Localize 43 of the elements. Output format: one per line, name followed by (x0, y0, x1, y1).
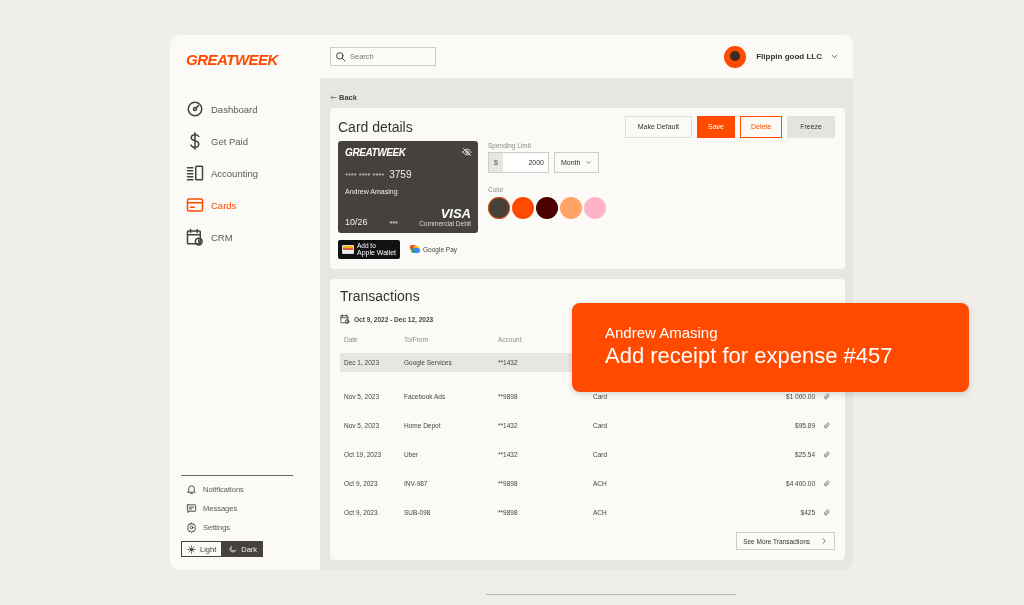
card-network-logo: VISA (440, 206, 471, 220)
gauge-icon (186, 100, 204, 118)
panel-title: Card details (338, 118, 413, 135)
sidebar-item[interactable]: Get Paid (186, 132, 248, 150)
paperclip-icon[interactable] (822, 422, 830, 430)
eye-slash-icon[interactable] (462, 146, 472, 157)
moon-icon (228, 544, 238, 554)
panel-title: Transactions (340, 288, 420, 305)
color-swatch[interactable] (488, 196, 510, 219)
paperclip-icon[interactable] (822, 480, 830, 488)
avatar[interactable] (724, 45, 747, 68)
calendar-icon (186, 228, 204, 246)
calendar-icon (340, 314, 350, 325)
chevron-icon (585, 158, 593, 166)
card-last-digits: 3759 (389, 168, 412, 180)
card-icon (186, 196, 204, 214)
wallet-icon (410, 244, 421, 254)
message-icon (186, 503, 197, 514)
logo: GREATWEEK (186, 51, 278, 68)
paperclip-icon[interactable] (822, 393, 830, 401)
color-swatch[interactable] (512, 196, 534, 219)
color-swatch[interactable] (536, 196, 558, 219)
color-swatch[interactable] (584, 196, 606, 219)
sidebar-item[interactable]: CRM (186, 228, 233, 246)
paperclip-icon[interactable] (822, 451, 830, 459)
sidebar-item[interactable]: Dashboard (186, 100, 258, 118)
ledger-icon (186, 164, 204, 182)
wallet-icon (342, 244, 354, 254)
toast-sender: Andrew Amasing (605, 324, 719, 341)
account-menu[interactable]: Flippin good LLC (756, 52, 839, 61)
chevron-icon (830, 52, 839, 61)
arrow-icon (330, 94, 337, 101)
chevron-icon (820, 537, 828, 546)
sun-icon (187, 544, 196, 554)
search-icon (335, 51, 346, 62)
paperclip-icon[interactable] (822, 509, 830, 517)
card-brand-logo: GREATWEEK (345, 146, 406, 158)
bell-icon (186, 484, 197, 495)
color-swatch[interactable] (560, 196, 582, 219)
sidebar-item[interactable]: Accounting (186, 164, 258, 182)
toast-message: Add receipt for expense #457 (605, 343, 894, 369)
card-expiry: 10/26 (345, 216, 368, 227)
gear-icon (186, 522, 197, 533)
